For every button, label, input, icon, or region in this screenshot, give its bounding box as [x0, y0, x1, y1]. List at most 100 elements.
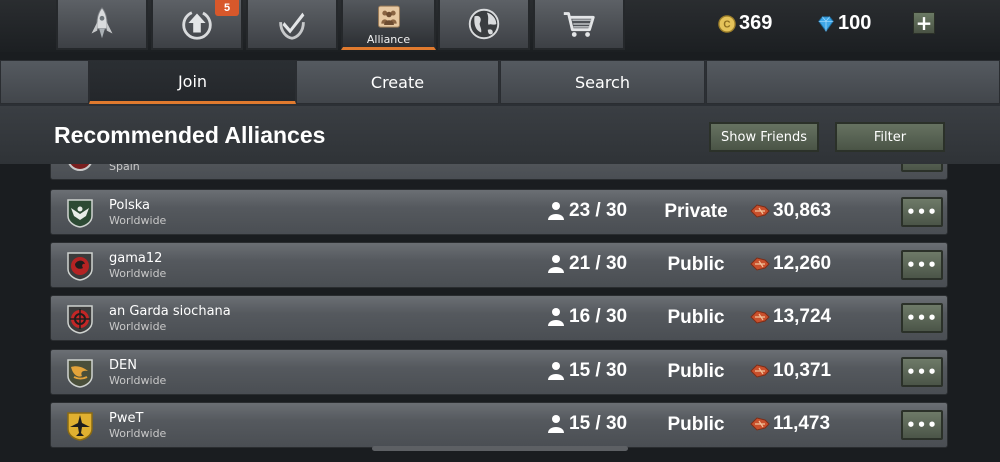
upgrade-icon: [182, 10, 212, 40]
list-item-partial[interactable]: Spain •••: [50, 164, 948, 180]
top-nav-bar: 5 Alliance C 369 100 +: [0, 0, 1000, 52]
power-icon: [750, 257, 770, 271]
alliance-power: 13,724: [749, 306, 831, 328]
filter-button[interactable]: Filter: [835, 122, 945, 152]
member-count-value: 23 / 30: [569, 200, 628, 221]
more-options-button[interactable]: •••: [901, 357, 943, 387]
dragon-emblem-icon: [67, 252, 93, 281]
upgrade-count-badge: 5: [215, 0, 239, 16]
svg-text:C: C: [723, 19, 730, 30]
more-options-button[interactable]: •••: [901, 250, 943, 280]
power-icon: [750, 417, 770, 431]
nav-store-button[interactable]: [533, 0, 625, 50]
person-icon: [548, 415, 564, 433]
list-item[interactable]: gama12 Worldwide 21 / 30 Public 12,260 •…: [50, 242, 948, 288]
more-options-button[interactable]: •••: [901, 303, 943, 333]
alliance-power: 30,863: [749, 200, 831, 222]
alliance-power-value: 13,724: [773, 306, 832, 327]
alliance-power-value: 10,371: [773, 360, 832, 381]
member-count-value: 21 / 30: [569, 253, 628, 274]
privacy-status: Private: [664, 201, 728, 222]
alliance-region: Worldwide: [109, 320, 167, 333]
alliance-region: Worldwide: [109, 374, 167, 387]
alliance-power: 10,371: [749, 360, 831, 382]
list-item[interactable]: Polska Worldwide 23 / 30 Private 30,863 …: [50, 189, 948, 235]
tab-create-label: Create: [370, 72, 425, 92]
alliance-region: Spain: [109, 164, 140, 173]
alliance-name: PweT: [109, 411, 144, 426]
alliance-icon: [377, 5, 400, 28]
tab-search-label: Search: [575, 72, 630, 92]
add-currency-button[interactable]: +: [913, 12, 935, 34]
member-count: 15 / 30: [547, 360, 627, 382]
alliance-power: 11,473: [749, 413, 830, 435]
nav-achievements-button[interactable]: [246, 0, 338, 50]
tab-join-label: Join: [177, 71, 208, 91]
eagle-emblem-icon: [67, 199, 93, 228]
tab-join[interactable]: Join: [89, 60, 296, 104]
coin-amount: 369: [739, 12, 773, 34]
list-item[interactable]: an Garda siochana Worldwide 16 / 30 Publ…: [50, 295, 948, 341]
jet-emblem-icon: [67, 412, 93, 441]
nav-alliance-button[interactable]: Alliance: [341, 0, 436, 50]
member-count: 16 / 30: [547, 306, 627, 328]
member-count-value: 16 / 30: [569, 306, 628, 327]
nav-alliance-label: Alliance: [366, 32, 411, 46]
privacy-status: Public: [667, 307, 725, 328]
member-count: 21 / 30: [547, 253, 627, 275]
alliance-name: an Garda siochana: [109, 304, 231, 319]
show-friends-button[interactable]: Show Friends: [709, 122, 819, 152]
privacy-status: Public: [667, 361, 725, 382]
alliance-region: Worldwide: [109, 214, 167, 227]
coin-icon: C: [718, 14, 736, 33]
power-icon: [750, 204, 770, 218]
member-count-value: 15 / 30: [569, 413, 628, 434]
privacy-status: Public: [667, 414, 725, 435]
power-icon: [750, 310, 770, 324]
coin-balance: C 369: [718, 12, 772, 35]
nav-world-button[interactable]: [438, 0, 530, 50]
bird-emblem-icon: [67, 359, 93, 388]
rocket-icon: [91, 7, 113, 39]
power-icon: [750, 364, 770, 378]
globe-icon: [468, 8, 500, 40]
medal-icon: [279, 12, 305, 40]
person-icon: [548, 202, 564, 220]
tab-spacer-left: [0, 60, 89, 104]
alliance-name: DEN: [109, 358, 137, 373]
list-item[interactable]: DEN Worldwide 15 / 30 Public 10,371 •••: [50, 349, 948, 395]
nav-rocket-button[interactable]: [56, 0, 148, 50]
person-icon: [548, 255, 564, 273]
tab-create[interactable]: Create: [296, 60, 499, 104]
more-options-button[interactable]: •••: [901, 410, 943, 440]
member-count: 23 / 30: [547, 200, 627, 222]
more-options-button[interactable]: •••: [901, 197, 943, 227]
member-count-value: 15 / 30: [569, 360, 628, 381]
more-options-button[interactable]: •••: [901, 164, 943, 172]
tab-spacer-right: [706, 60, 1000, 104]
alliance-power: 12,260: [749, 253, 831, 275]
gem-amount: 100: [838, 12, 872, 34]
crosshair-emblem-icon: [67, 305, 93, 334]
partial-emblem-icon: [68, 164, 92, 171]
privacy-status: Public: [667, 254, 725, 275]
person-icon: [548, 362, 564, 380]
cart-icon: [563, 12, 595, 37]
member-count: 15 / 30: [547, 413, 627, 435]
nav-upgrade-button[interactable]: 5: [151, 0, 243, 50]
tab-search[interactable]: Search: [500, 60, 705, 104]
alliance-tabs: Join Create Search: [0, 60, 1000, 106]
gem-balance: 100: [817, 12, 871, 35]
list-item[interactable]: PweT Worldwide 15 / 30 Public 11,473 •••: [50, 402, 948, 448]
alliance-name: Polska: [109, 198, 150, 213]
list-header: Recommended Alliances Show Friends Filte…: [0, 106, 1000, 164]
gem-icon: [818, 15, 834, 32]
alliance-list[interactable]: Spain ••• Polska Worldwide 23 / 30 Priva…: [0, 164, 1000, 462]
page-title: Recommended Alliances: [54, 122, 326, 148]
alliance-name: gama12: [109, 251, 163, 266]
plus-icon: +: [915, 11, 933, 35]
scroll-indicator[interactable]: [372, 446, 628, 451]
alliance-region: Worldwide: [109, 267, 167, 280]
alliance-power-value: 30,863: [773, 200, 832, 221]
person-icon: [548, 308, 564, 326]
